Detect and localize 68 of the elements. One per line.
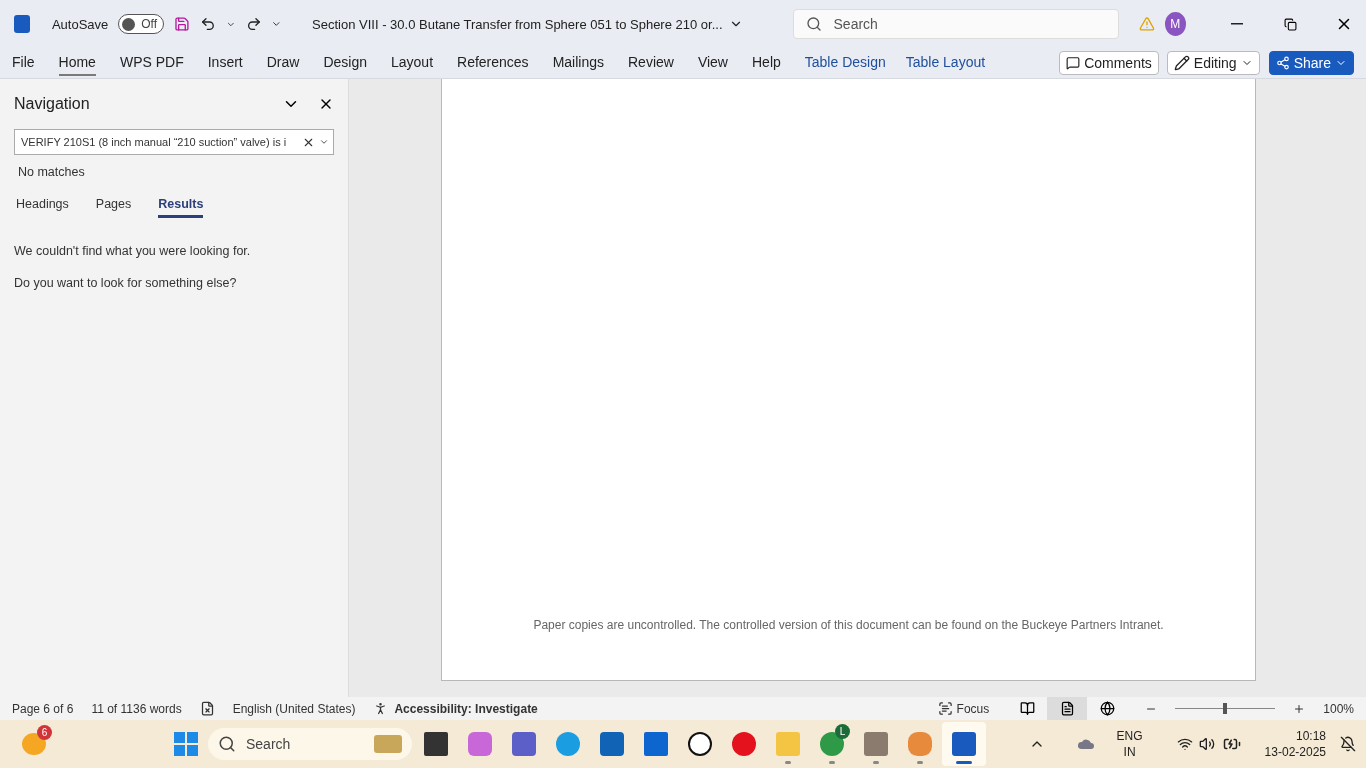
ribbon-tab[interactable]: File [12, 50, 35, 76]
volume-icon[interactable] [1198, 736, 1215, 752]
notification-badge: 6 [37, 725, 52, 740]
autosave-toggle[interactable]: Off [118, 14, 165, 34]
taskbar-search[interactable]: Search [208, 728, 412, 760]
share-button[interactable]: Share [1268, 51, 1354, 75]
ribbon-tab[interactable]: Draw [266, 50, 300, 76]
clock[interactable]: 10:18 13-02-2025 [1264, 728, 1326, 760]
accessibility-status[interactable]: Accessibility: Investigate [394, 701, 538, 716]
ribbon-tab[interactable]: Table Design [804, 50, 886, 76]
taskbar-app[interactable] [942, 722, 986, 766]
redo-icon[interactable] [245, 15, 262, 33]
results-message: Do you want to look for something else? [14, 276, 238, 290]
focus-icon[interactable] [937, 701, 953, 716]
restore-icon [1283, 17, 1297, 31]
editing-button[interactable]: Editing [1166, 51, 1260, 75]
pane-title: Navigation [14, 95, 91, 113]
save-icon[interactable] [174, 15, 190, 33]
match-count: No matches [18, 165, 86, 179]
ribbon-tab[interactable]: Design [323, 50, 367, 76]
search-field[interactable]: VERIFY 210S1 (8 inch manual “210 suction” valve) is i [14, 129, 334, 155]
ribbon-tab[interactable]: Table Layout [905, 50, 986, 76]
language-status[interactable]: English (United States) [232, 701, 356, 716]
zoom-slider-thumb[interactable] [1223, 703, 1228, 714]
cloud-sync-icon[interactable] [1076, 737, 1095, 751]
input-language[interactable]: ENG IN [1116, 728, 1143, 760]
word-count[interactable]: 11 of 1136 words [91, 701, 182, 716]
page-count[interactable]: Page 6 of 6 [12, 701, 74, 716]
search-icon [805, 16, 822, 32]
minimize-icon [1230, 23, 1243, 25]
taskbar-app[interactable]: L [810, 722, 854, 766]
comments-button[interactable]: Comments [1059, 51, 1159, 75]
web-layout-icon [1099, 701, 1115, 716]
search-field[interactable]: Search [792, 9, 1119, 39]
read-mode-icon [1019, 701, 1035, 716]
ribbon-tab[interactable]: WPS PDF [119, 50, 184, 76]
page-footer: Paper copies are uncontrolled. The controlled version of this document can be found on the Buckeye Partners Intranet. [533, 618, 1164, 632]
ribbon-tab[interactable]: View [697, 50, 728, 76]
document-title[interactable]: Section VIII - 30.0 Butane Transfer from Sphere 051 to Sphere 210 or... [306, 15, 749, 33]
pane-tab[interactable]: Pages [95, 197, 132, 218]
proofing-icon[interactable] [199, 701, 215, 716]
focus-button[interactable]: Focus [956, 701, 990, 716]
pane-tab[interactable]: Headings [16, 197, 69, 218]
print-layout-icon [1059, 701, 1075, 716]
wifi-icon[interactable] [1176, 736, 1193, 752]
zoom-level[interactable]: 100% [1323, 701, 1354, 716]
notifications-icon[interactable] [1340, 736, 1356, 752]
zoom-in-icon[interactable] [1293, 702, 1306, 715]
results-message: We couldn't find what you were looking for. [14, 244, 252, 258]
ribbon-tab[interactable]: Review [628, 50, 674, 76]
comment-icon [1066, 56, 1081, 70]
ribbon-tab[interactable]: Help [752, 50, 781, 76]
print-layout-button[interactable] [1047, 697, 1088, 720]
ribbon-tab[interactable]: Insert [207, 50, 243, 76]
search-icon [218, 735, 236, 753]
ribbon-tab[interactable]: Mailings [552, 50, 604, 76]
caret-icon[interactable] [319, 137, 329, 147]
ribbon-tab[interactable]: Layout [391, 50, 434, 76]
ribbon-tab[interactable]: References [457, 50, 529, 76]
ribbon-tab[interactable]: Home [58, 50, 96, 76]
profile-badge: L [835, 724, 850, 739]
autosave-label: AutoSave [51, 16, 109, 32]
user-avatar[interactable]: M [1164, 12, 1186, 36]
undo-icon[interactable] [199, 15, 216, 33]
start-icon[interactable] [174, 732, 198, 756]
pane-tab[interactable]: Results [158, 197, 204, 218]
pencil-icon [1173, 55, 1190, 71]
share-icon [1275, 56, 1290, 70]
